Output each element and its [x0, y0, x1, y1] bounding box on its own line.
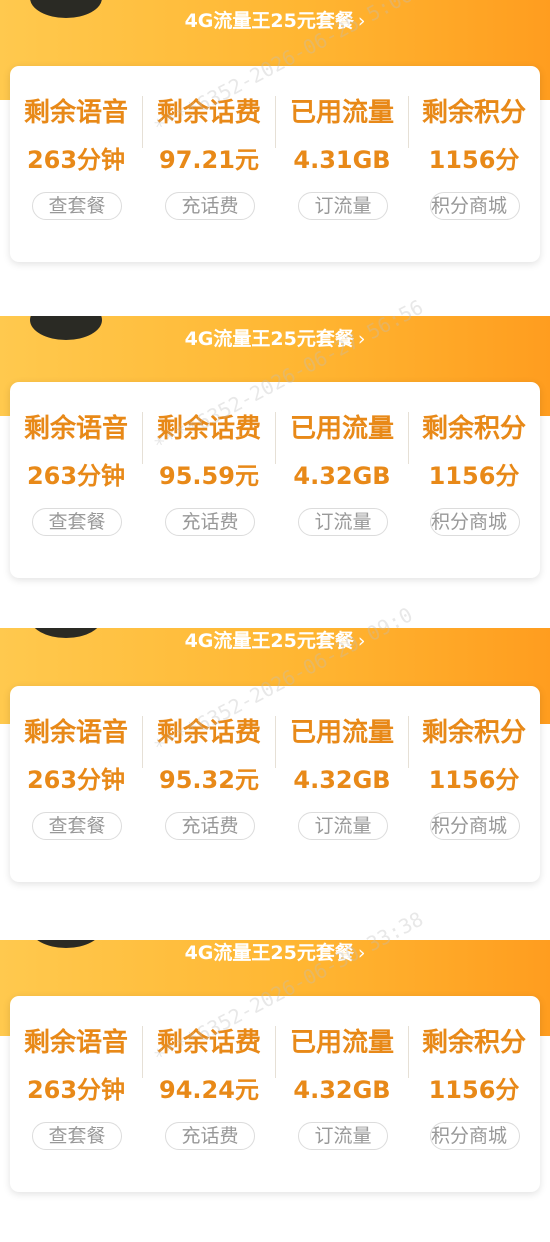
- order-data-button[interactable]: 订流量: [298, 192, 388, 220]
- plan-title: 4G流量王25元套餐: [184, 630, 354, 652]
- points-mall-button[interactable]: 积分商城: [430, 1122, 520, 1150]
- plan-title: 4G流量王25元套餐: [184, 328, 354, 350]
- chevron-right-icon: ›: [357, 10, 366, 32]
- stat-value: 1156分: [428, 1076, 520, 1104]
- stat-label: 剩余积分: [421, 718, 526, 748]
- stats-card: 剩余语音 263分钟 查套餐 剩余话费 97.21元 充话费 已用流量 4.31…: [10, 66, 540, 262]
- stat-used-data: 已用流量 4.32GB 订流量: [276, 382, 408, 578]
- chevron-right-icon: ›: [357, 630, 366, 652]
- stat-remaining-points: 剩余积分 1156分 积分商城: [408, 686, 540, 882]
- stat-value: 263分钟: [26, 1076, 126, 1104]
- stat-value: 4.32GB: [293, 462, 391, 490]
- stat-label: 剩余积分: [421, 98, 526, 128]
- stat-value: 1156分: [428, 146, 520, 174]
- stat-remaining-points: 剩余积分 1156分 积分商城: [408, 996, 540, 1192]
- stat-label: 剩余积分: [421, 1028, 526, 1058]
- stat-label: 剩余语音: [23, 414, 128, 444]
- stat-remaining-balance: 剩余话费 95.32元 充话费: [143, 686, 275, 882]
- check-plan-button[interactable]: 查套餐: [32, 508, 122, 536]
- stat-remaining-voice: 剩余语音 263分钟 查套餐: [10, 686, 142, 882]
- chevron-right-icon: ›: [357, 942, 366, 964]
- stat-label: 已用流量: [289, 98, 394, 128]
- top-up-button[interactable]: 充话费: [165, 812, 255, 840]
- stats-card: 剩余语音 263分钟 查套餐 剩余话费 95.32元 充话费 已用流量 4.32…: [10, 686, 540, 882]
- stat-value: 1156分: [428, 766, 520, 794]
- stat-remaining-balance: 剩余话费 94.24元 充话费: [143, 996, 275, 1192]
- stat-label: 剩余话费: [156, 1028, 261, 1058]
- stat-remaining-balance: 剩余话费 95.59元 充话费: [143, 382, 275, 578]
- stat-label: 剩余积分: [421, 414, 526, 444]
- stat-value: 94.24元: [159, 1076, 259, 1104]
- stat-value: 97.21元: [159, 146, 259, 174]
- points-mall-button[interactable]: 积分商城: [430, 508, 520, 536]
- stat-remaining-voice: 剩余语音 263分钟 查套餐: [10, 66, 142, 262]
- stat-label: 剩余话费: [156, 718, 261, 748]
- stat-remaining-voice: 剩余语音 263分钟 查套餐: [10, 382, 142, 578]
- stat-remaining-points: 剩余积分 1156分 积分商城: [408, 382, 540, 578]
- points-mall-button[interactable]: 积分商城: [430, 812, 520, 840]
- top-up-button[interactable]: 充话费: [165, 1122, 255, 1150]
- order-data-button[interactable]: 订流量: [298, 812, 388, 840]
- stat-value: 95.32元: [159, 766, 259, 794]
- stat-value: 4.31GB: [293, 146, 391, 174]
- points-mall-button[interactable]: 积分商城: [430, 192, 520, 220]
- stats-card: 剩余语音 263分钟 查套餐 剩余话费 95.59元 充话费 已用流量 4.32…: [10, 382, 540, 578]
- stat-label: 已用流量: [289, 414, 394, 444]
- order-data-button[interactable]: 订流量: [298, 1122, 388, 1150]
- stat-remaining-balance: 剩余话费 97.21元 充话费: [143, 66, 275, 262]
- stat-remaining-voice: 剩余语音 263分钟 查套餐: [10, 996, 142, 1192]
- stat-label: 已用流量: [289, 718, 394, 748]
- stat-label: 已用流量: [289, 1028, 394, 1058]
- stat-label: 剩余话费: [156, 414, 261, 444]
- stat-remaining-points: 剩余积分 1156分 积分商城: [408, 66, 540, 262]
- stat-value: 4.32GB: [293, 1076, 391, 1104]
- stat-value: 95.59元: [159, 462, 259, 490]
- stat-label: 剩余语音: [23, 98, 128, 128]
- plan-title-link[interactable]: 4G流量王25元套餐 ›: [0, 628, 550, 654]
- plan-title-link[interactable]: 4G流量王25元套餐 ›: [0, 8, 550, 34]
- check-plan-button[interactable]: 查套餐: [32, 192, 122, 220]
- stat-label: 剩余话费: [156, 98, 261, 128]
- plan-title: 4G流量王25元套餐: [184, 10, 354, 32]
- plan-title-link[interactable]: 4G流量王25元套餐 ›: [0, 326, 550, 352]
- check-plan-button[interactable]: 查套餐: [32, 1122, 122, 1150]
- stat-value: 1156分: [428, 462, 520, 490]
- order-data-button[interactable]: 订流量: [298, 508, 388, 536]
- stat-label: 剩余语音: [23, 718, 128, 748]
- plan-title-link[interactable]: 4G流量王25元套餐 ›: [0, 940, 550, 966]
- stat-label: 剩余语音: [23, 1028, 128, 1058]
- stat-value: 263分钟: [26, 462, 126, 490]
- top-up-button[interactable]: 充话费: [165, 508, 255, 536]
- stat-value: 263分钟: [26, 146, 126, 174]
- check-plan-button[interactable]: 查套餐: [32, 812, 122, 840]
- stat-used-data: 已用流量 4.32GB 订流量: [276, 686, 408, 882]
- chevron-right-icon: ›: [357, 328, 366, 350]
- stats-card: 剩余语音 263分钟 查套餐 剩余话费 94.24元 充话费 已用流量 4.32…: [10, 996, 540, 1192]
- stat-value: 263分钟: [26, 766, 126, 794]
- top-up-button[interactable]: 充话费: [165, 192, 255, 220]
- stat-used-data: 已用流量 4.32GB 订流量: [276, 996, 408, 1192]
- stat-value: 4.32GB: [293, 766, 391, 794]
- plan-title: 4G流量王25元套餐: [184, 942, 354, 964]
- stat-used-data: 已用流量 4.31GB 订流量: [276, 66, 408, 262]
